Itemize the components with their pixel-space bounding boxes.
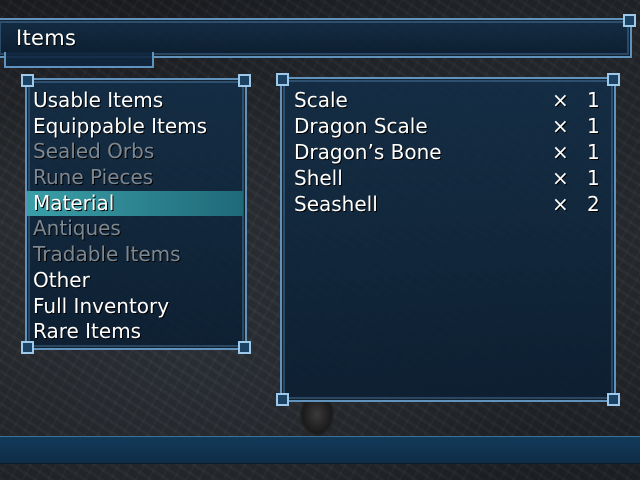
item-row-scale[interactable]: Scale × 1 bbox=[294, 87, 600, 113]
item-quantity: 1 bbox=[587, 88, 600, 112]
item-row-dragons-bone[interactable]: Dragon’s Bone × 1 bbox=[294, 139, 600, 165]
title-tab-decoration bbox=[4, 52, 154, 68]
category-item-equippable-items[interactable]: Equippable Items bbox=[27, 114, 245, 140]
category-item-tradable-items[interactable]: Tradable Items bbox=[27, 242, 245, 268]
category-item-material[interactable]: Material bbox=[27, 190, 243, 217]
multiply-sign: × bbox=[552, 88, 569, 112]
category-item-rare-items[interactable]: Rare Items bbox=[27, 319, 245, 345]
help-bar bbox=[0, 436, 640, 464]
item-row-seashell[interactable]: Seashell × 2 bbox=[294, 191, 600, 217]
item-row-dragon-scale[interactable]: Dragon Scale × 1 bbox=[294, 113, 600, 139]
item-quantity: 1 bbox=[587, 166, 600, 190]
category-item-sealed-orbs[interactable]: Sealed Orbs bbox=[27, 139, 245, 165]
multiply-sign: × bbox=[552, 114, 569, 138]
frame-corner bbox=[238, 74, 251, 87]
frame-corner bbox=[21, 74, 34, 87]
category-item-rune-pieces[interactable]: Rune Pieces bbox=[27, 165, 245, 191]
item-list-panel: Scale × 1 Dragon Scale × 1 Dragon’s Bone… bbox=[276, 73, 620, 406]
category-item-antiques[interactable]: Antiques bbox=[27, 216, 245, 242]
frame-corner bbox=[607, 393, 620, 406]
category-item-usable-items[interactable]: Usable Items bbox=[27, 88, 245, 114]
item-name: Scale bbox=[294, 88, 348, 112]
item-quantity: 1 bbox=[587, 140, 600, 164]
category-item-full-inventory[interactable]: Full Inventory bbox=[27, 294, 245, 320]
item-name: Dragon’s Bone bbox=[294, 140, 442, 164]
item-quantity: 1 bbox=[587, 114, 600, 138]
multiply-sign: × bbox=[552, 140, 569, 164]
frame-corner bbox=[276, 73, 289, 86]
item-quantity: 2 bbox=[587, 192, 600, 216]
category-list: Usable Items Equippable Items Sealed Orb… bbox=[27, 88, 245, 345]
frame-corner bbox=[623, 14, 636, 27]
item-name: Dragon Scale bbox=[294, 114, 428, 138]
frame-corner bbox=[276, 393, 289, 406]
page-title: Items bbox=[16, 26, 77, 50]
multiply-sign: × bbox=[552, 192, 569, 216]
item-name: Shell bbox=[294, 166, 343, 190]
category-menu: Usable Items Equippable Items Sealed Orb… bbox=[21, 74, 251, 354]
multiply-sign: × bbox=[552, 166, 569, 190]
item-name: Seashell bbox=[294, 192, 378, 216]
player-character bbox=[300, 400, 334, 436]
frame-corner bbox=[607, 73, 620, 86]
item-row-shell[interactable]: Shell × 1 bbox=[294, 165, 600, 191]
category-item-other[interactable]: Other bbox=[27, 268, 245, 294]
